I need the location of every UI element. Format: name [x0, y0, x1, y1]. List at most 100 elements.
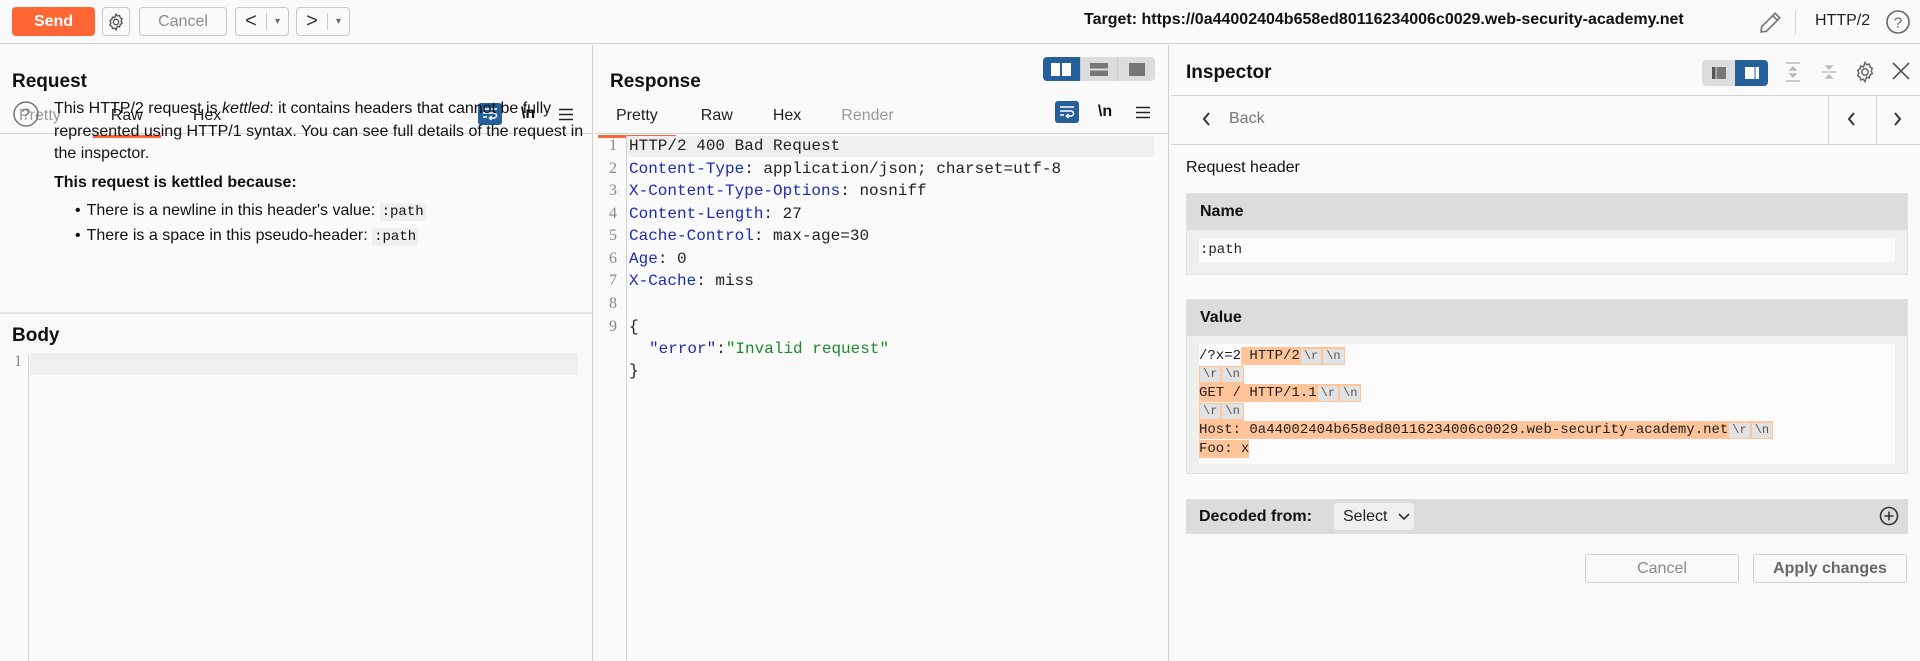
chevron-left-icon	[1202, 112, 1210, 126]
inspector-dock-right-button[interactable]	[1735, 60, 1768, 86]
decoded-from-bar: Decoded from: Select	[1186, 499, 1908, 534]
back-button[interactable]: Back	[1201, 110, 1265, 128]
tab-hex[interactable]: Hex	[773, 107, 801, 133]
highlight-segment: HTTP/2	[1241, 348, 1300, 365]
gutter-divider	[28, 355, 29, 661]
line-number: 2	[609, 160, 617, 177]
edit-target-button[interactable]	[1757, 8, 1785, 41]
history-forward-button[interactable]: > ▾	[296, 7, 350, 36]
decoding-select[interactable]: Select	[1334, 503, 1414, 530]
header-sep: :	[763, 205, 783, 223]
apply-changes-button[interactable]: Apply changes	[1753, 554, 1907, 583]
header-key: Content-Length	[629, 205, 764, 223]
chevron-left-icon	[1847, 112, 1855, 126]
value-line: \r \n	[1199, 365, 1895, 385]
inspector-cancel-button[interactable]: Cancel	[1585, 554, 1739, 583]
body-section-header: Body	[0, 312, 592, 357]
code-line: "error":"Invalid request"	[649, 340, 889, 358]
layout-stacked-button[interactable]	[1081, 57, 1119, 81]
escape-char-chip: \n	[1222, 367, 1243, 383]
divider	[1171, 144, 1920, 145]
inspector-title: Inspector	[1186, 62, 1272, 83]
word-wrap-toggle[interactable]	[1055, 101, 1079, 123]
send-settings-button[interactable]	[102, 7, 130, 36]
previous-item-button[interactable]	[1846, 111, 1856, 132]
protocol-label[interactable]: HTTP/2	[1815, 12, 1870, 30]
gear-icon	[1856, 60, 1874, 84]
target-url: Target: https://0a44002404b658ed80116234…	[1084, 11, 1684, 28]
line-number: 3	[609, 182, 617, 199]
header-name-chip: :path	[379, 203, 426, 221]
rows-icon	[1090, 62, 1108, 76]
close-icon	[1892, 62, 1910, 80]
tab-raw[interactable]: Raw	[701, 107, 733, 133]
escape-char-chip: \r	[1729, 422, 1750, 438]
divider	[1828, 96, 1829, 145]
section-label: Request header	[1186, 159, 1300, 176]
dropdown-arrow-icon[interactable]: ▾	[267, 16, 288, 27]
collapse-icon	[1822, 65, 1836, 79]
response-tabs: Pretty Raw Hex Render	[598, 107, 894, 138]
highlight-segment: Foo: x	[1199, 440, 1250, 457]
name-section: Name :path	[1186, 193, 1908, 275]
newline-toggle[interactable]: \n	[1093, 101, 1117, 123]
pencil-icon	[1760, 12, 1781, 33]
layout-single-button[interactable]	[1118, 57, 1155, 81]
cancel-button[interactable]: Cancel	[139, 7, 227, 36]
next-item-button[interactable]	[1893, 111, 1903, 132]
kettled-message: This HTTP/2 request is kettled: it conta…	[54, 98, 589, 166]
header-key: X-Cache	[629, 272, 697, 290]
svg-text:?: ?	[1894, 15, 1902, 32]
value-line: Foo: x	[1199, 439, 1895, 459]
value-line: \r \n	[1199, 402, 1895, 422]
highlighted-text: Foo: x	[1199, 439, 1250, 458]
expand-icon	[1786, 62, 1800, 82]
layout-side-by-side-button[interactable]	[1043, 57, 1081, 81]
body-editor[interactable]	[30, 353, 578, 375]
header-value-input[interactable]: /?x=2 HTTP/2 \r \n \r \n GET / HTTP/1.1 \r \n \r…	[1199, 344, 1895, 464]
gutter-divider	[626, 134, 627, 661]
header-value: application/json; charset=utf-8	[763, 160, 1062, 178]
collapse-all-button[interactable]	[1820, 61, 1838, 88]
square-icon	[1128, 62, 1145, 76]
header-name-input[interactable]: :path	[1199, 238, 1895, 262]
code-line: HTTP/2 400 Bad Request	[629, 137, 840, 155]
header-value: 0	[677, 250, 687, 268]
dropdown-arrow-icon[interactable]: ▾	[328, 16, 349, 27]
columns-icon	[1051, 62, 1072, 76]
name-label: Name	[1187, 194, 1907, 230]
help-icon: ?	[1886, 10, 1910, 34]
line-number: 9	[609, 318, 617, 335]
escape-char-chip: \n	[1222, 404, 1243, 420]
body-title: Body	[12, 325, 60, 346]
line-number: 1	[14, 353, 22, 370]
value-line: /?x=2 HTTP/2 \r \n	[1199, 347, 1895, 366]
help-button[interactable]: ?	[1885, 9, 1911, 40]
header-sep: :	[744, 160, 764, 178]
line-number: 5	[609, 227, 617, 244]
status-line: HTTP/2 400 Bad Request	[629, 137, 841, 155]
layout-toggle	[1043, 57, 1155, 81]
message-text: This HTTP/2 request is	[54, 100, 223, 117]
divider	[1171, 95, 1920, 96]
expand-all-button[interactable]	[1784, 61, 1802, 88]
send-button[interactable]: Send	[12, 7, 95, 36]
response-menu-button[interactable]	[1131, 101, 1155, 123]
reason-item: There is a newline in this header's valu…	[87, 199, 426, 224]
inspector-dock-left-button[interactable]	[1702, 60, 1735, 86]
highlight-segment: GET / HTTP/1.1	[1199, 385, 1317, 402]
header-sep: :	[696, 272, 716, 290]
tab-render[interactable]: Render	[841, 107, 893, 133]
tab-pretty[interactable]: Pretty	[598, 107, 676, 138]
highlighted-text: GET / HTTP/1.1 \r \n	[1199, 384, 1362, 403]
close-inspector-button[interactable]	[1891, 61, 1911, 86]
history-back-button[interactable]: < ▾	[235, 7, 289, 36]
inspector-settings-button[interactable]	[1853, 60, 1877, 89]
escape-char-chip: \r	[1200, 367, 1221, 383]
chevron-left-icon: <	[245, 10, 257, 32]
add-decoding-button[interactable]	[1879, 506, 1899, 531]
header-key: Content-Type	[629, 160, 745, 178]
value-line: Host: 0a44002404b658ed80116234006c0029.w…	[1199, 421, 1895, 440]
code-line: }	[629, 362, 639, 380]
header-value: nosniff	[859, 182, 927, 200]
